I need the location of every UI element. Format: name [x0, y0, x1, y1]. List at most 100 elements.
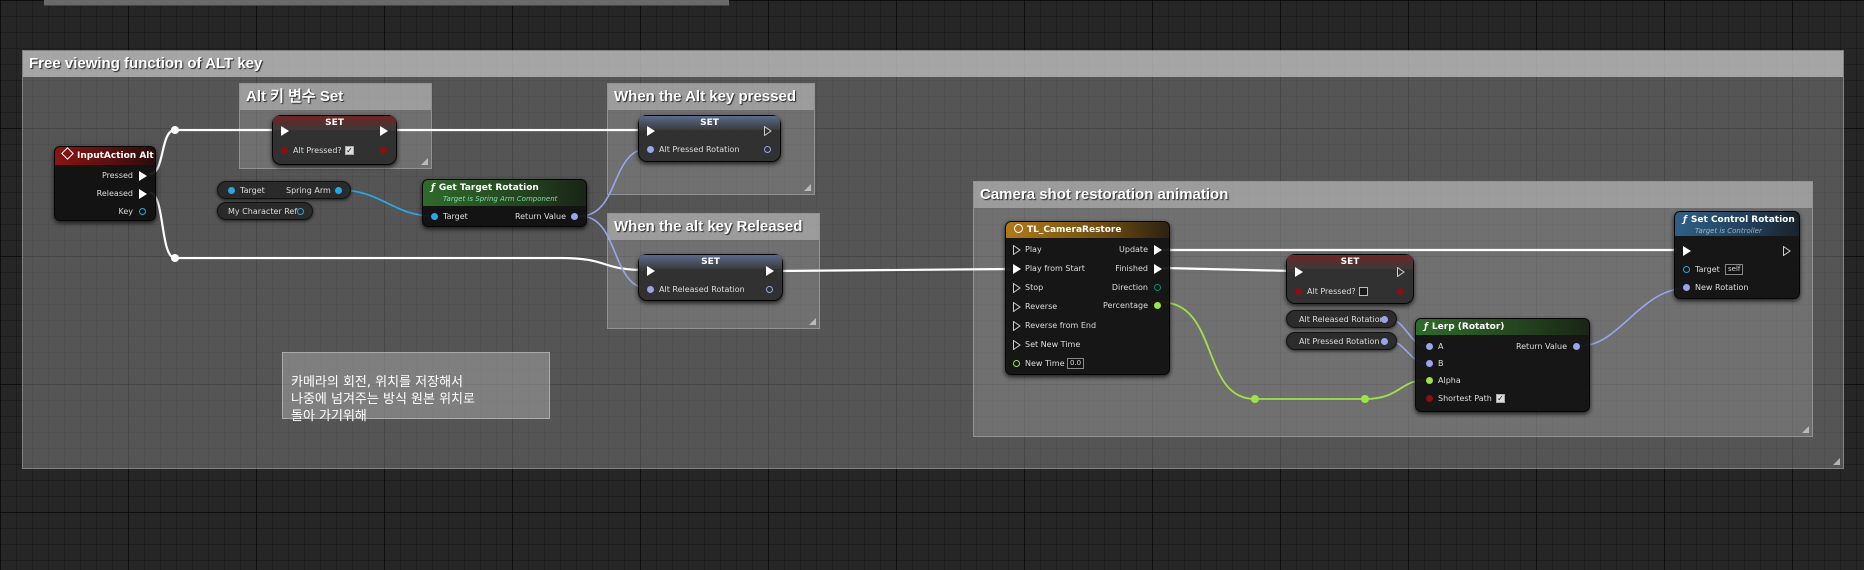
pin-label: Target [1695, 265, 1720, 274]
node-timeline-camera-restore[interactable]: TL_CameraRestore Play Play from Start St… [1005, 221, 1170, 375]
rotator-in-pin-a[interactable] [1426, 343, 1433, 350]
exec-in-pin-play[interactable] [1013, 244, 1021, 256]
exec-in-pin-reverse[interactable] [1013, 301, 1021, 313]
node-spring-arm-getter[interactable]: Target Spring Arm [217, 181, 351, 199]
object-in-pin[interactable] [228, 187, 235, 194]
node-input-action-alt[interactable]: InputAction Alt Pressed Released Key [54, 146, 156, 221]
bool-in-pin[interactable] [1295, 288, 1302, 295]
exec-out-pin-finished[interactable] [1154, 264, 1162, 274]
pin-label: Alt Pressed Rotation [1299, 337, 1380, 346]
target-self-field[interactable]: self [1725, 264, 1744, 275]
pin-label: Update [1119, 245, 1148, 254]
bool-out-pin[interactable] [1397, 288, 1404, 295]
node-set-alt-released-rotation[interactable]: SET Alt Released Rotation [638, 254, 783, 301]
function-icon: ƒ [1683, 215, 1687, 225]
node-title: SET [701, 257, 720, 267]
rotator-out-pin[interactable] [1573, 343, 1580, 350]
exec-out-pin-update[interactable] [1154, 245, 1162, 255]
wire-layer [148, 126, 1689, 403]
enum-out-pin-direction[interactable] [1154, 284, 1161, 291]
rotator-out-pin[interactable] [766, 286, 773, 293]
float-in-pin-new-time[interactable] [1013, 360, 1020, 367]
node-header: ƒ Set Control Rotation Target is Controll… [1675, 212, 1799, 236]
node-header: SET [639, 116, 780, 130]
new-time-input[interactable]: 0.0 [1067, 358, 1085, 369]
node-title: SET [700, 118, 719, 128]
node-set-control-rotation[interactable]: ƒ Set Control Rotation Target is Controll… [1674, 211, 1800, 299]
pin-label: Return Value [1515, 342, 1567, 351]
pin-label: Spring Arm [286, 186, 331, 195]
exec-in-pin[interactable] [1295, 267, 1303, 277]
rotator-in-pin[interactable] [647, 286, 654, 293]
exec-out-pin[interactable] [380, 126, 388, 136]
object-in-pin-target[interactable] [1683, 266, 1690, 273]
exec-out-pin-released[interactable] [139, 189, 147, 199]
exec-in-pin[interactable] [647, 266, 655, 276]
node-my-character-ref[interactable]: My Character Ref [217, 202, 313, 220]
rotator-in-pin[interactable] [647, 146, 654, 153]
pin-label: Alt Pressed Rotation [659, 145, 740, 154]
rotator-in-pin-new-rotation[interactable] [1683, 284, 1690, 291]
pin-label: Alt Pressed? [1307, 287, 1356, 296]
pin-label: Percentage [1102, 301, 1148, 310]
pin-label: Direction [1111, 283, 1148, 292]
alt-pressed-checkbox[interactable] [1359, 287, 1368, 296]
rotator-out-pin[interactable] [571, 213, 578, 220]
key-struct-pin[interactable] [139, 208, 146, 215]
node-title: Get Target Rotation [438, 183, 539, 193]
pin-label: Alpha [1438, 376, 1461, 385]
exec-in-pin[interactable] [281, 126, 289, 136]
bool-in-pin[interactable] [281, 147, 288, 154]
node-alt-released-rotation-getter[interactable]: Alt Released Rotation [1286, 310, 1397, 328]
pin-label: Target [443, 212, 468, 221]
float-in-pin-alpha[interactable] [1426, 377, 1433, 384]
rotator-out-pin[interactable] [1381, 316, 1388, 323]
node-set-alt-pressed-false[interactable]: SET Alt Pressed? [1286, 254, 1414, 304]
node-set-alt-pressed[interactable]: SET Alt Pressed? ✓ [272, 115, 397, 165]
node-header: SET [639, 255, 782, 269]
reroute-knot [1361, 395, 1369, 403]
pin-label: Released [96, 189, 133, 198]
rotator-out-pin[interactable] [764, 146, 771, 153]
node-title: Set Control Rotation [1690, 215, 1795, 225]
pin-label: Stop [1025, 283, 1044, 292]
clock-icon [1014, 224, 1023, 233]
pin-label: Reverse [1025, 302, 1058, 311]
bool-in-pin-shortest[interactable] [1426, 395, 1433, 402]
float-out-pin-percentage[interactable] [1154, 302, 1161, 309]
shortest-path-checkbox[interactable]: ✓ [1496, 394, 1505, 403]
node-title: SET [1340, 257, 1360, 267]
exec-outline-icon [764, 125, 772, 137]
exec-out-pin[interactable] [766, 266, 774, 276]
exec-in-pin[interactable] [1683, 246, 1691, 256]
exec-in-pin-stop[interactable] [1013, 282, 1021, 294]
rotator-in-pin-b[interactable] [1426, 360, 1433, 367]
exec-out-pin[interactable] [1783, 245, 1791, 257]
event-icon [61, 147, 74, 160]
object-in-pin[interactable] [431, 213, 438, 220]
node-alt-pressed-rotation-getter[interactable]: Alt Pressed Rotation [1286, 332, 1397, 350]
exec-out-pin[interactable] [764, 125, 772, 137]
exec-out-pin[interactable] [1397, 266, 1405, 278]
function-icon: ƒ [431, 183, 435, 193]
object-out-pin[interactable] [297, 208, 304, 215]
exec-out-pin-pressed[interactable] [139, 171, 147, 181]
node-set-alt-pressed-rotation[interactable]: SET Alt Pressed Rotation [638, 115, 781, 162]
object-out-pin[interactable] [335, 187, 342, 194]
bool-out-pin[interactable] [380, 147, 387, 154]
rotator-out-pin[interactable] [1381, 338, 1388, 345]
exec-in-pin-reverse-from-end[interactable] [1013, 320, 1021, 332]
exec-wire-finished [1162, 266, 1296, 273]
node-header: ƒ Get Target Rotation Target is Spring Ar… [423, 180, 586, 206]
exec-in-pin-set-new-time[interactable] [1013, 339, 1021, 351]
node-lerp-rotator[interactable]: ƒ Lerp (Rotator) A B Alpha Shortest Path … [1415, 318, 1590, 412]
pin-label: Finished [1115, 264, 1148, 273]
exec-in-pin[interactable] [647, 126, 655, 136]
exec-wire-pressed [148, 128, 277, 176]
exec-in-pin-play-from-start[interactable] [1013, 264, 1021, 274]
pin-label: Return Value [514, 212, 566, 221]
pin-label: Reverse from End [1025, 321, 1097, 330]
alt-pressed-checkbox[interactable]: ✓ [345, 146, 354, 155]
node-get-target-rotation[interactable]: ƒ Get Target Rotation Target is Spring Ar… [422, 179, 587, 227]
pin-label: Shortest Path [1438, 394, 1492, 403]
